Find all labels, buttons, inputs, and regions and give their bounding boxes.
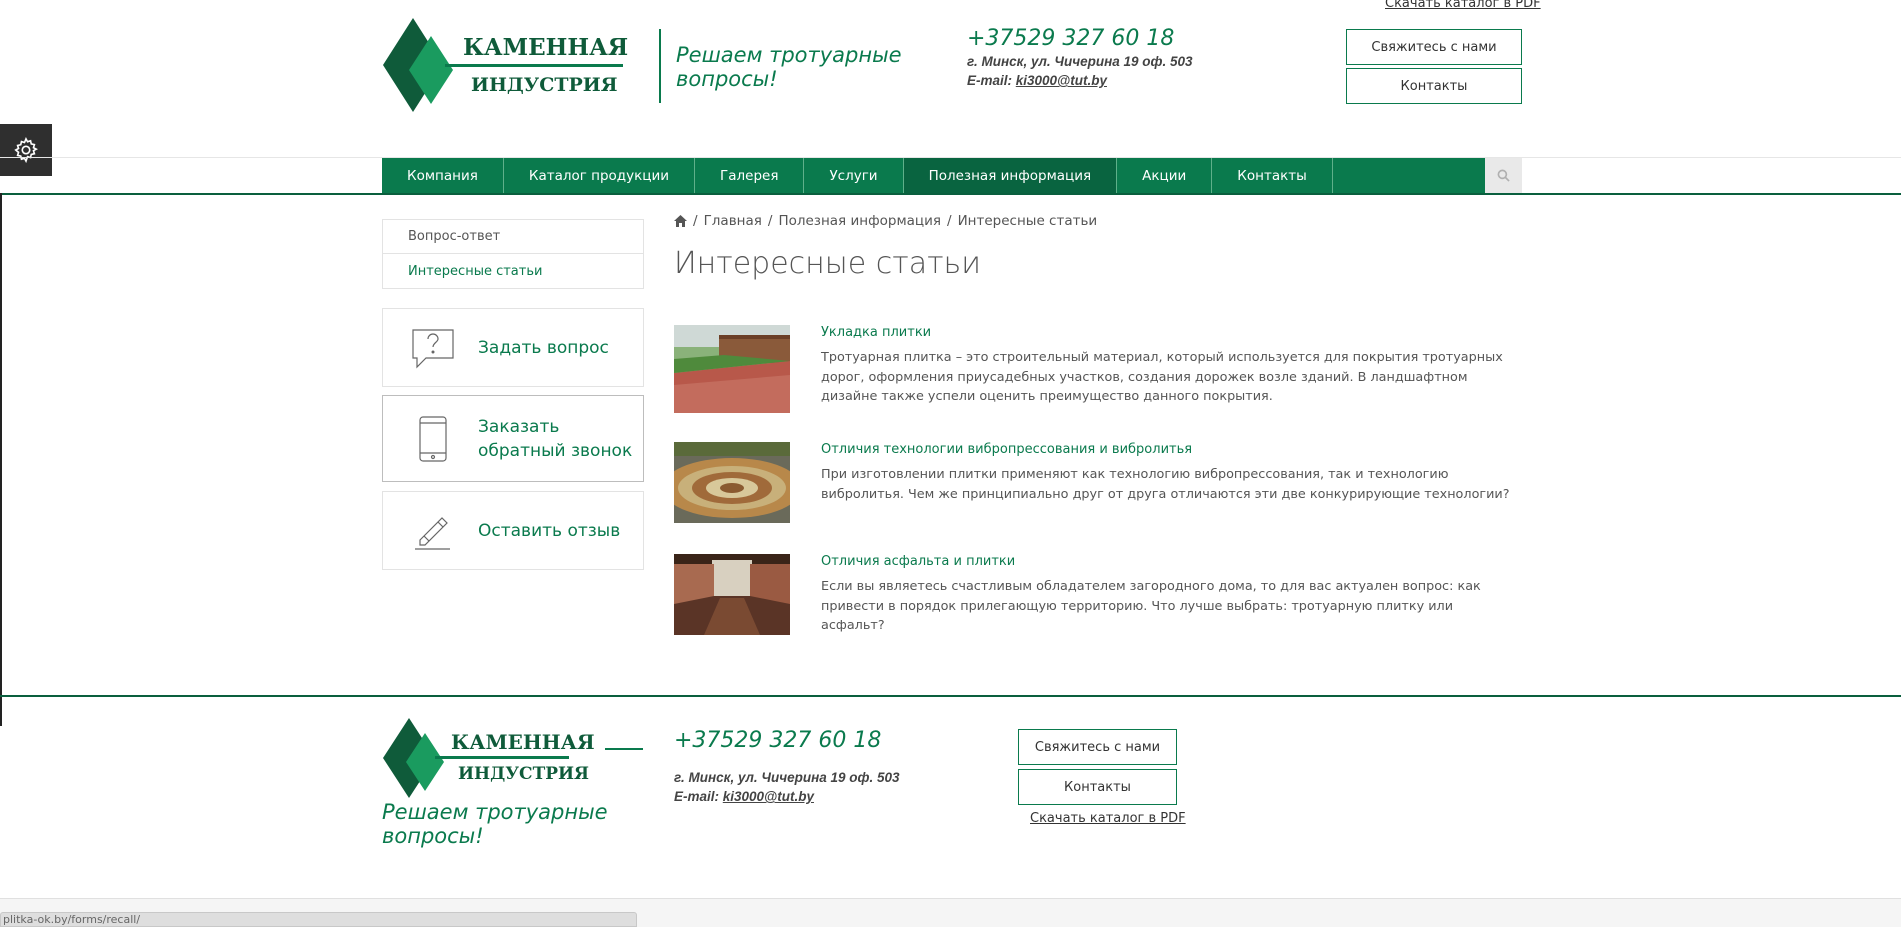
footer-contacts-button[interactable]: Контакты [1018,769,1177,805]
breadcrumb-current: Интересные статьи [957,213,1098,229]
nav-item-gallery[interactable]: Галерея [695,158,805,193]
article-item: Отличия асфальта и плитки Если вы являет… [674,554,1514,644]
sidebar-item-articles[interactable]: Интересные статьи [383,254,643,288]
review-icon-wrap [405,510,460,552]
circle-paving-photo-icon [674,442,790,523]
footer-slogan: Решаем тротуарные вопросы! [382,800,608,848]
breadcrumb-useful-info[interactable]: Полезная информация [778,213,941,229]
home-icon[interactable] [674,215,687,227]
footer-top-line [0,695,1901,697]
article-item: Укладка плитки Тротуарная плитка – это с… [674,325,1514,415]
pencil-icon [414,516,450,550]
header-slogan: Решаем тротуарные вопросы! [676,43,902,91]
phone-icon [418,415,447,462]
header-divider [659,29,661,103]
nav-item-services[interactable]: Услуги [804,158,904,193]
header-email-link[interactable]: ki3000@tut.by [1016,73,1107,88]
header-contacts-button[interactable]: Контакты [1346,68,1522,104]
article-description: Если вы являетесь счастливым обладателем… [821,579,1481,633]
page-title: Интересные статьи [674,246,981,281]
article-title-link[interactable]: Укладка плитки [821,325,931,340]
article-description: Тротуарная плитка – это строительный мат… [821,350,1503,404]
article-thumbnail[interactable] [674,554,790,635]
main-nav: Компания Каталог продукции Галерея Услуг… [382,158,1485,193]
email-label: E-mail: [967,73,1016,88]
search-icon [1497,169,1510,182]
header-logo[interactable]: КАМЕННАЯ ИНДУСТРИЯ [383,16,628,116]
header-catalog-link[interactable]: Скачать каталог в PDF [1385,0,1541,11]
content-frame-left-border [0,193,2,726]
sidebar-menu: Вопрос-ответ Интересные статьи [382,219,644,289]
footer-email-line: E-mail: ki3000@tut.by [674,787,900,806]
article-thumbnail[interactable] [674,442,790,523]
callback-line2: обратный звонок [478,440,633,461]
footer-address-block: г. Минск, ул. Чичерина 19 оф. 503 E-mail… [674,768,900,806]
ask-icon-wrap [405,327,460,369]
nav-bottom-line [0,193,1901,195]
article-title-link[interactable]: Отличия технологии вибропрессования и ви… [821,442,1192,457]
footer-phone[interactable]: +37529 327 60 18 [674,728,881,753]
header-phone[interactable]: +37529 327 60 18 [967,26,1174,51]
footer-contact-us-button[interactable]: Свяжитесь с нами [1018,729,1177,765]
status-bar-url: plitka-ok.by/forms/recall/ [0,912,637,927]
sidebar-item-faq[interactable]: Вопрос-ответ [383,220,643,254]
nav-item-contacts[interactable]: Контакты [1212,158,1333,193]
nav-item-useful-info[interactable]: Полезная информация [903,158,1118,193]
logo-text-line1: КАМЕННАЯ [463,34,629,61]
header-contact-us-button[interactable]: Свяжитесь с нами [1346,29,1522,65]
slogan-line1: Решаем тротуарные [676,43,902,67]
footer-logo-line1: КАМЕННАЯ [451,730,595,754]
nav-item-promotions[interactable]: Акции [1117,158,1213,193]
nav-item-company[interactable]: Компания [382,158,504,193]
breadcrumb-sep: / [693,213,698,229]
logo-text-line2: ИНДУСТРИЯ [471,74,618,96]
header-address: г. Минск, ул. Чичерина 19 оф. 503 [967,54,1193,69]
logo-underline [445,64,623,67]
callback-line1: Заказать [478,416,560,437]
article-thumbnail[interactable] [674,325,790,413]
leave-review-label: Оставить отзыв [478,520,621,541]
footer-logo-dash [605,748,643,750]
footer-logo[interactable]: КАМЕННАЯ ИНДУСТРИЯ [383,716,643,800]
footer-logo-underline [435,756,569,759]
article-description: При изготовлении плитки применяют как те… [821,467,1510,502]
settings-button[interactable] [0,124,52,176]
breadcrumb-sep: / [767,213,773,229]
footer-address: г. Минск, ул. Чичерина 19 оф. 503 [674,770,900,785]
callback-card[interactable]: Заказать обратный звонок [382,395,644,482]
breadcrumb-sep: / [947,213,952,229]
paving-photo-icon [674,325,790,413]
ask-question-label: Задать вопрос [478,337,609,358]
leave-review-card[interactable]: Оставить отзыв [382,491,644,570]
nav-search-button[interactable] [1485,158,1522,193]
question-bubble-icon [411,328,454,368]
footer-logo-line2: ИНДУСТРИЯ [458,764,590,784]
footer-slogan-line2: вопросы! [382,824,484,848]
callback-label: Заказать обратный звонок [478,415,632,463]
slogan-line2: вопросы! [676,67,778,91]
breadcrumb-home[interactable]: Главная [704,213,762,229]
nav-item-catalog[interactable]: Каталог продукции [504,158,695,193]
ask-question-card[interactable]: Задать вопрос [382,308,644,387]
courtyard-photo-icon [674,554,790,635]
footer-email-label: E-mail: [674,789,723,804]
callback-icon-wrap [405,415,460,463]
article-item: Отличия технологии вибропрессования и ви… [674,442,1514,532]
footer-slogan-line1: Решаем тротуарные [382,800,608,824]
gear-icon [14,137,38,164]
article-title-link[interactable]: Отличия асфальта и плитки [821,554,1015,569]
footer-email-link[interactable]: ki3000@tut.by [723,789,814,804]
header-address-block: г. Минск, ул. Чичерина 19 оф. 503 E-mail… [967,52,1193,90]
header-email-line: E-mail: ki3000@tut.by [967,71,1193,90]
breadcrumb: / Главная / Полезная информация / Интере… [674,213,1097,229]
footer-catalog-link[interactable]: Скачать каталог в PDF [1030,811,1186,826]
